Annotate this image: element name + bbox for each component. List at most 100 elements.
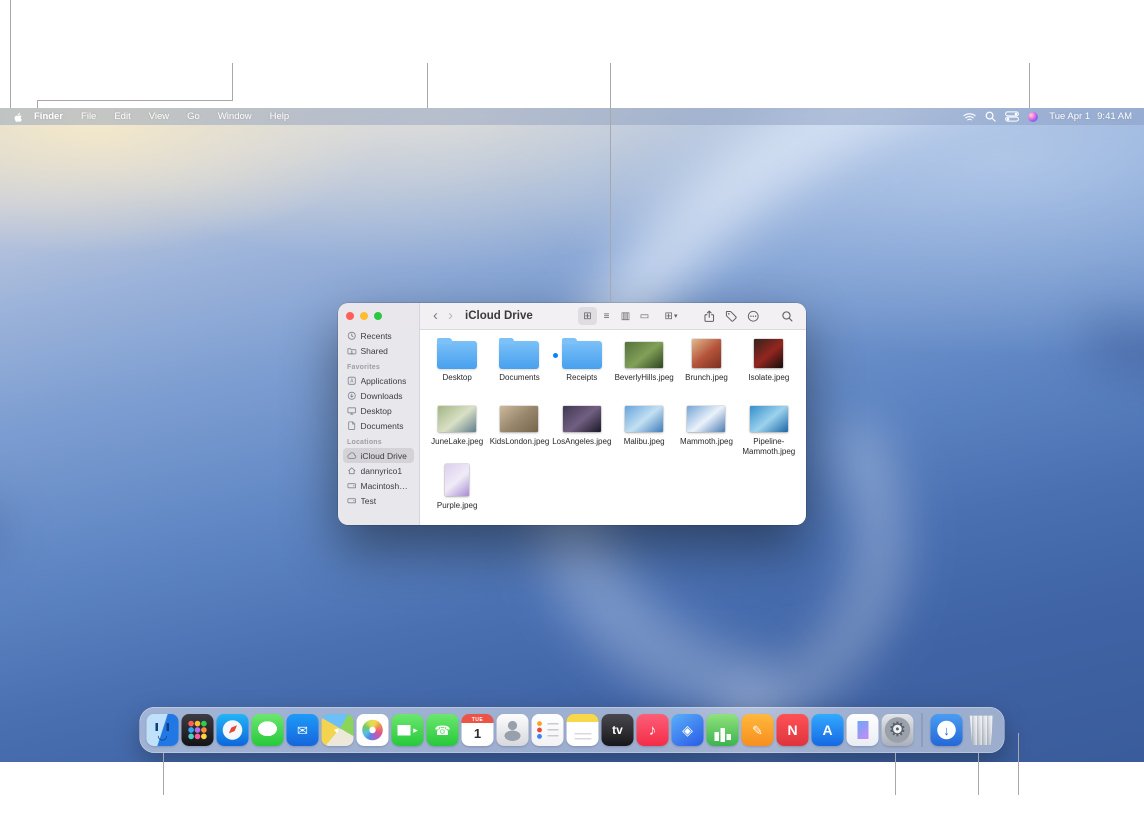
file-name: Isolate.jpeg — [748, 373, 789, 383]
file-item-documents[interactable]: Documents — [488, 334, 550, 398]
music-dock-icon[interactable]: ♪ — [637, 714, 669, 746]
sidebar-item-test[interactable]: Test — [343, 493, 414, 508]
list-view-button[interactable]: ≡ — [597, 307, 616, 325]
folder-icon — [437, 341, 477, 369]
columns-view-button[interactable]: ▥ — [616, 307, 635, 325]
file-item-desktop[interactable]: Desktop — [426, 334, 488, 398]
sidebar-item-macintosh-hd[interactable]: Macintosh HD — [343, 478, 414, 493]
menu-file[interactable]: File — [72, 111, 105, 122]
dock-icon-glyph: N — [787, 723, 797, 737]
file-name: Receipts — [566, 373, 597, 383]
downloads-dock-icon[interactable]: ↓ — [931, 714, 963, 746]
dock-icon-glyph: ♪ — [649, 723, 657, 738]
file-item-beverlyhills-jpeg[interactable]: BeverlyHills.jpeg — [613, 334, 675, 398]
finder-dock-icon[interactable]: ◡ — [147, 714, 179, 746]
sidebar-item-icloud-drive[interactable]: iCloud Drive — [343, 448, 414, 463]
shortcuts-dock-icon[interactable]: ◈ — [672, 714, 704, 746]
tv-dock-icon[interactable]: tv — [602, 714, 634, 746]
numbers-dock-icon[interactable] — [707, 714, 739, 746]
file-item-kidslondon-jpeg[interactable]: KidsLondon.jpeg — [488, 398, 550, 462]
sidebar-item-desktop[interactable]: Desktop — [343, 403, 414, 418]
file-item-junelake-jpeg[interactable]: JuneLake.jpeg — [426, 398, 488, 462]
sidebar-item-recents[interactable]: Recents — [343, 328, 414, 343]
apps-dock-icon[interactable] — [182, 714, 214, 746]
minimize-button[interactable] — [360, 312, 368, 320]
close-button[interactable] — [346, 312, 354, 320]
messages-dock-icon[interactable] — [252, 714, 284, 746]
image-thumbnail — [687, 406, 725, 432]
menu-window[interactable]: Window — [209, 111, 261, 122]
file-grid: Desktop Documents Receipts BeverlyHills.jpe… — [420, 330, 806, 525]
spotlight-search-icon[interactable] — [985, 111, 996, 122]
group-by-icon: ⊞ — [665, 311, 673, 322]
news-dock-icon[interactable]: N — [777, 714, 809, 746]
control-center-icon[interactable] — [1005, 111, 1019, 122]
reminders-dock-icon[interactable] — [532, 714, 564, 746]
callout-line — [610, 63, 611, 303]
file-item-malibu-jpeg[interactable]: Malibu.jpeg — [613, 398, 675, 462]
file-item-isolate-jpeg[interactable]: Isolate.jpeg — [738, 334, 800, 398]
back-button[interactable]: ‹ — [430, 308, 441, 323]
facetime-dock-icon[interactable]: ▸ — [392, 714, 424, 746]
image-thumbnail — [625, 342, 663, 368]
menu-bar-date[interactable]: Tue Apr 1 — [1049, 111, 1090, 122]
sidebar-item-documents[interactable]: Documents — [343, 418, 414, 433]
image-thumbnail — [500, 406, 538, 432]
app-store-dock-icon[interactable]: A — [812, 714, 844, 746]
menu-go[interactable]: Go — [178, 111, 209, 122]
pages-dock-icon[interactable]: ✎ — [742, 714, 774, 746]
sidebar-item-dannyrico1[interactable]: dannyrico1 — [343, 463, 414, 478]
window-controls — [343, 309, 414, 328]
dock-icon-glyph: ✎ — [752, 724, 763, 737]
callout-line — [895, 753, 896, 795]
safari-dock-icon[interactable]: ◆ — [217, 714, 249, 746]
iphone-mirroring-dock-icon[interactable] — [847, 714, 879, 746]
menu-finder[interactable]: Finder — [25, 111, 72, 122]
trash-dock-icon[interactable] — [966, 714, 998, 746]
more-icon[interactable] — [744, 307, 762, 325]
file-item-purple-jpeg[interactable]: Purple.jpeg — [426, 462, 488, 525]
home-icon — [347, 466, 357, 476]
contacts-dock-icon[interactable] — [497, 714, 529, 746]
zoom-button[interactable] — [374, 312, 382, 320]
group-by-button[interactable]: ⊞ ▾ — [658, 307, 684, 325]
mail-dock-icon[interactable]: ✉ — [287, 714, 319, 746]
dock-icon-glyph: 1 — [474, 727, 481, 740]
cloud-icon — [347, 451, 357, 461]
phone-dock-icon[interactable]: ☎ — [427, 714, 459, 746]
menu-view[interactable]: View — [140, 111, 178, 122]
sidebar-item-applications[interactable]: Applications — [343, 373, 414, 388]
file-item-pipeline-mammoth-jpeg[interactable]: Pipeline-Mammoth.jpeg — [738, 398, 800, 462]
calendar-dock-icon[interactable]: TUE1 — [462, 714, 494, 746]
menu-edit[interactable]: Edit — [105, 111, 139, 122]
file-name: Malibu.jpeg — [624, 437, 665, 447]
file-item-brunch-jpeg[interactable]: Brunch.jpeg — [675, 334, 737, 398]
photos-dock-icon[interactable] — [357, 714, 389, 746]
chevron-down-icon: ▾ — [674, 312, 678, 320]
file-item-mammoth-jpeg[interactable]: Mammoth.jpeg — [675, 398, 737, 462]
file-item-losangeles-jpeg[interactable]: LosAngeles.jpeg — [551, 398, 613, 462]
share-icon[interactable] — [700, 307, 718, 325]
notes-dock-icon[interactable] — [567, 714, 599, 746]
menu-bar-time[interactable]: 9:41 AM — [1097, 111, 1132, 122]
siri-icon[interactable] — [1028, 112, 1038, 122]
file-item-receipts[interactable]: Receipts — [551, 334, 613, 398]
icon-view-button[interactable]: ⊞ — [578, 307, 597, 325]
sidebar-item-label: Downloads — [361, 391, 403, 401]
sidebar-item-shared[interactable]: Shared — [343, 343, 414, 358]
search-icon[interactable] — [778, 307, 796, 325]
dock-icon-glyph: ◈ — [682, 723, 693, 737]
gallery-view-button[interactable]: ▭ — [635, 307, 654, 325]
file-name: Desktop — [442, 373, 471, 383]
wifi-icon[interactable] — [963, 112, 976, 122]
file-name: Pipeline-Mammoth.jpeg — [739, 437, 799, 456]
tag-icon[interactable] — [722, 307, 740, 325]
system-settings-dock-icon[interactable]: ⚙ — [882, 714, 914, 746]
sidebar-item-downloads[interactable]: Downloads — [343, 388, 414, 403]
menu-help[interactable]: Help — [261, 111, 299, 122]
maps-dock-icon[interactable]: ► — [322, 714, 354, 746]
forward-button[interactable]: › — [445, 308, 456, 323]
finder-window: RecentsSharedFavoritesApplicationsDownlo… — [338, 303, 806, 525]
apple-menu[interactable] — [12, 111, 23, 123]
disk-icon — [347, 481, 357, 491]
